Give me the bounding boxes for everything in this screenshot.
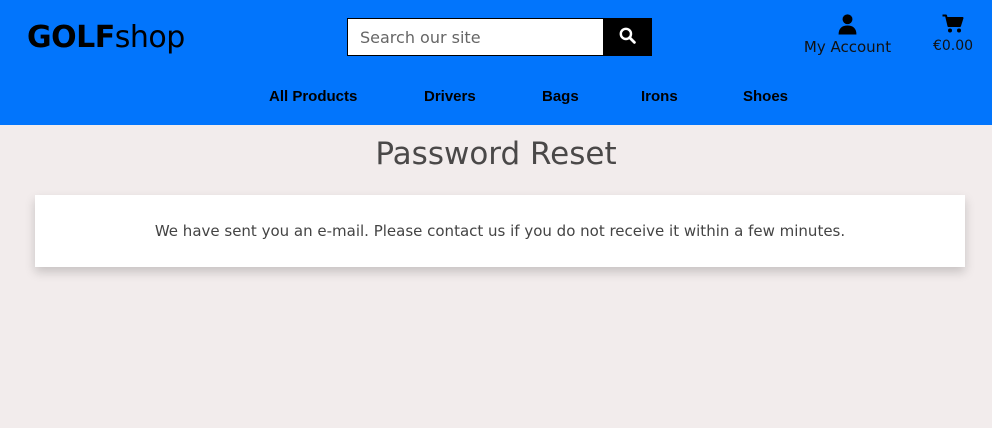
nav-item-all-products[interactable]: All Products	[269, 88, 357, 105]
nav-item-shoes[interactable]: Shoes	[743, 88, 788, 105]
search-form	[347, 18, 652, 56]
nav-item-bags[interactable]: Bags	[542, 88, 579, 105]
message-card: We have sent you an e-mail. Please conta…	[35, 195, 965, 267]
nav-item-drivers[interactable]: Drivers	[424, 88, 476, 105]
search-icon	[619, 27, 636, 47]
page-title: Password Reset	[375, 136, 617, 172]
cart-total: €0.00	[932, 38, 974, 54]
confirmation-message: We have sent you an e-mail. Please conta…	[154, 222, 846, 240]
user-icon	[800, 14, 895, 36]
logo-bold: GOLF	[27, 20, 115, 55]
logo-rest: shop	[114, 20, 186, 55]
site-header: GOLFshop My Account	[0, 0, 992, 125]
search-input[interactable]	[347, 18, 603, 56]
my-account-link[interactable]: My Account	[800, 14, 895, 56]
nav-item-irons[interactable]: Irons	[641, 88, 678, 105]
site-logo[interactable]: GOLFshop	[27, 20, 185, 55]
search-button[interactable]	[603, 18, 652, 56]
main-nav: All Products Drivers Bags Irons Shoes	[0, 88, 992, 108]
cart-link[interactable]: €0.00	[928, 14, 978, 54]
my-account-label: My Account	[803, 38, 892, 56]
shopping-cart-icon	[928, 14, 978, 36]
